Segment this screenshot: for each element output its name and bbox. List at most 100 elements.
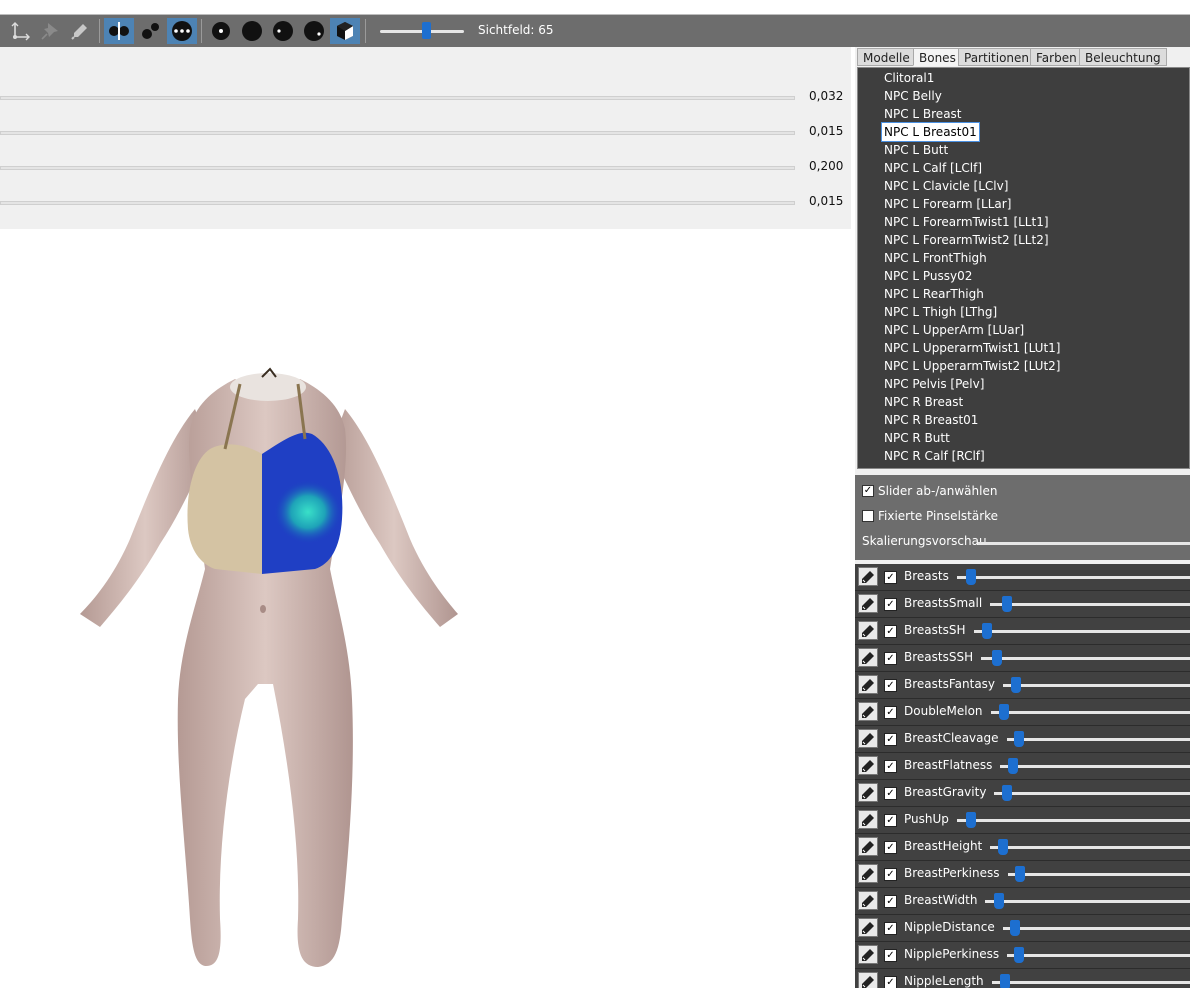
bone-item[interactable]: NPC L Clavicle [LClv] [882, 177, 1010, 195]
slider-track[interactable] [1007, 954, 1190, 957]
slider-thumb[interactable] [1010, 920, 1020, 936]
brush-icon[interactable] [858, 864, 878, 883]
bone-item[interactable]: NPC R Breast [882, 393, 965, 411]
cube-icon[interactable] [330, 18, 360, 44]
slider-enabled-checkbox[interactable]: ✓ [884, 625, 897, 638]
slider-enabled-checkbox[interactable]: ✓ [884, 868, 897, 881]
bone-item[interactable]: NPC L UpperArm [LUar] [882, 321, 1026, 339]
bone-item[interactable]: NPC R Calf [RClf] [882, 447, 987, 465]
toggle-sliders-option[interactable]: ✓ Slider ab-/anwählen [862, 484, 997, 498]
slider-enabled-checkbox[interactable]: ✓ [884, 760, 897, 773]
slider-track[interactable] [990, 846, 1190, 849]
slider-enabled-checkbox[interactable]: ✓ [884, 679, 897, 692]
slider-track[interactable] [981, 657, 1190, 660]
bone-item[interactable]: NPC R Butt [882, 429, 952, 447]
brush-icon[interactable] [65, 18, 95, 44]
brush-icon[interactable] [858, 702, 878, 721]
slider-enabled-checkbox[interactable]: ✓ [884, 733, 897, 746]
bone-item[interactable]: NPC L UpperarmTwist2 [LUt2] [882, 357, 1062, 375]
3d-viewport[interactable] [0, 229, 851, 988]
brush-icon[interactable] [858, 945, 878, 964]
bone-item[interactable]: NPC Pelvis [Pelv] [882, 375, 986, 393]
slider-thumb[interactable] [966, 569, 976, 585]
bone-item[interactable]: NPC L Thigh [LThg] [882, 303, 999, 321]
toggle-sliders-checkbox[interactable]: ✓ [862, 485, 874, 497]
slider-thumb[interactable] [1015, 866, 1025, 882]
brush-icon[interactable] [858, 891, 878, 910]
slider-thumb[interactable] [1014, 947, 1024, 963]
tab-bones[interactable]: Bones [913, 48, 962, 66]
brush-icon[interactable] [858, 675, 878, 694]
slider-thumb[interactable] [1008, 758, 1018, 774]
slider-track[interactable] [974, 630, 1190, 633]
bone-item[interactable]: NPC L Breast [882, 105, 964, 123]
bone-item-selected[interactable]: NPC L Breast01 [882, 123, 979, 141]
tab-beleuchtung[interactable]: Beleuchtung [1079, 48, 1167, 66]
bone-list[interactable]: Clitoral1 NPC Belly NPC L Breast NPC L B… [857, 67, 1190, 469]
slider-thumb[interactable] [1002, 596, 1012, 612]
slider-enabled-checkbox[interactable]: ✓ [884, 598, 897, 611]
slider-enabled-checkbox[interactable]: ✓ [884, 787, 897, 800]
slider-enabled-checkbox[interactable]: ✓ [884, 976, 897, 988]
tab-modelle[interactable]: Modelle [857, 48, 916, 66]
transform-icon[interactable] [6, 18, 36, 44]
value-slider-track[interactable] [0, 201, 795, 205]
brush-icon[interactable] [858, 756, 878, 775]
bone-item[interactable]: NPC L ForearmTwist2 [LLt2] [882, 231, 1051, 249]
fixed-brush-option[interactable]: Fixierte Pinselstärke [862, 509, 998, 523]
slider-enabled-checkbox[interactable]: ✓ [884, 922, 897, 935]
brush-icon[interactable] [858, 594, 878, 613]
slider-thumb[interactable] [1014, 731, 1024, 747]
slider-track[interactable] [991, 711, 1190, 714]
fov-slider-thumb[interactable] [422, 22, 431, 39]
brush-icon[interactable] [858, 972, 878, 988]
slider-track[interactable] [1003, 684, 1190, 687]
value-slider-track[interactable] [0, 96, 795, 100]
bone-item[interactable]: NPC L UpperarmTwist1 [LUt1] [882, 339, 1062, 357]
dot-offset-icon[interactable] [299, 18, 329, 44]
brush-icon[interactable] [858, 621, 878, 640]
slider-thumb[interactable] [1011, 677, 1021, 693]
bone-item[interactable]: NPC L Butt [882, 141, 950, 159]
value-slider-track[interactable] [0, 131, 795, 135]
slider-thumb[interactable] [998, 839, 1008, 855]
slider-thumb[interactable] [966, 812, 976, 828]
slider-track[interactable] [957, 819, 1190, 822]
brush-icon[interactable] [858, 810, 878, 829]
bone-item[interactable]: NPC L Calf [LClf] [882, 159, 984, 177]
slider-track[interactable] [1003, 927, 1190, 930]
tab-partitionen[interactable]: Partitionen [958, 48, 1035, 66]
slider-enabled-checkbox[interactable]: ✓ [884, 895, 897, 908]
slider-thumb[interactable] [994, 893, 1004, 909]
slider-track[interactable] [957, 576, 1190, 579]
brush-icon[interactable] [858, 567, 878, 586]
slider-track[interactable] [992, 981, 1190, 984]
slider-track[interactable] [1000, 765, 1190, 768]
slider-enabled-checkbox[interactable]: ✓ [884, 706, 897, 719]
three-dots-icon[interactable] [167, 18, 197, 44]
slider-track[interactable] [990, 603, 1190, 606]
dot-large-icon[interactable] [237, 18, 267, 44]
bone-item[interactable]: NPC L ForearmTwist1 [LLt1] [882, 213, 1051, 231]
brush-icon[interactable] [858, 918, 878, 937]
slider-track[interactable] [985, 900, 1190, 903]
dot-small-icon[interactable] [206, 18, 236, 44]
brush-icon[interactable] [858, 783, 878, 802]
slider-thumb[interactable] [992, 650, 1002, 666]
bone-item[interactable]: NPC L Pussy02 [882, 267, 974, 285]
slider-enabled-checkbox[interactable]: ✓ [884, 949, 897, 962]
brush-icon[interactable] [858, 729, 878, 748]
slider-enabled-checkbox[interactable]: ✓ [884, 571, 897, 584]
value-slider-track[interactable] [0, 166, 795, 170]
brush-icon[interactable] [858, 648, 878, 667]
bone-item[interactable]: NPC R Breast01 [882, 411, 980, 429]
slider-thumb[interactable] [999, 704, 1009, 720]
slider-track[interactable] [1008, 873, 1190, 876]
slider-thumb[interactable] [1002, 785, 1012, 801]
fixed-brush-checkbox[interactable] [862, 510, 874, 522]
mirror-icon[interactable] [104, 18, 134, 44]
bone-item[interactable]: NPC L RearThigh [882, 285, 986, 303]
slider-track[interactable] [1007, 738, 1190, 741]
brush-icon[interactable] [858, 837, 878, 856]
dot-half-icon[interactable] [268, 18, 298, 44]
